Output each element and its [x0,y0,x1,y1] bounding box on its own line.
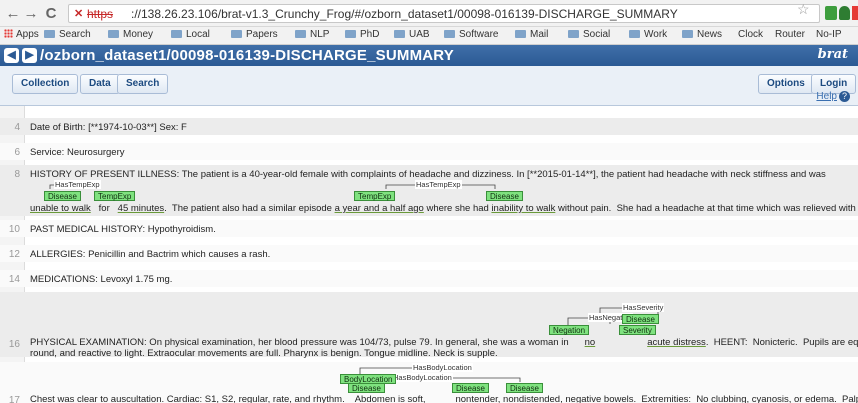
text-line: 8 HISTORY OF PRESENT ILLNESS: The patien… [0,165,858,216]
entity-disease[interactable]: Disease [506,383,543,393]
line-text[interactable]: PHYSICAL EXAMINATION: On physical examin… [30,337,858,348]
bookmark-item[interactable]: UAB [394,29,430,40]
url-text: ://138.26.23.106/brat-v1.3_Crunchy_Frog/… [131,7,678,21]
url-protocol: https [87,7,114,21]
entity-negation[interactable]: Negation [549,325,590,335]
bookmark-item[interactable]: Software [444,29,498,40]
entity-disease[interactable]: Disease [348,383,385,393]
line-text[interactable]: Date of Birth: [**1974-10-03**] Sex: F [30,122,187,133]
browser-address-bar: ← → C ✕ https ://138.26.23.106/brat-v1.3… [0,0,858,27]
bookmark-router[interactable]: Router [775,29,805,40]
folder-icon [629,30,640,38]
collection-button[interactable]: Collection [12,74,79,94]
arc-label-hasseverity[interactable]: HasSeverity [622,303,665,312]
entity-disease[interactable]: Disease [486,191,523,201]
entity-tempexp[interactable]: TempExp [94,191,136,201]
entity-severity[interactable]: Severity [619,325,656,335]
extension-icon[interactable] [852,6,858,20]
bookmark-item[interactable]: Local [171,29,210,40]
line-number: 14 [8,274,20,285]
help-link[interactable]: Help? [816,91,850,102]
bookmark-item[interactable]: PhD [345,29,379,40]
line-number: 10 [8,224,20,235]
help-icon: ? [839,91,850,102]
bookmarks-bar: Apps Search Money Local Papers NLP PhD U… [0,27,858,45]
bookmark-item[interactable]: Money [108,29,153,40]
brat-toolbar: Collection Data Search Options Login Hel… [0,66,858,106]
entity-disease[interactable]: Disease [622,314,659,324]
line-text[interactable]: MEDICATIONS: Levoxyl 1.75 mg. [30,274,172,285]
brat-logo: brat [817,47,848,62]
text-line: HasBodyLocation HasBodyLocation BodyLoca… [0,362,858,403]
bookmark-item[interactable]: Work [629,29,667,40]
folder-icon [231,30,242,38]
folder-icon [295,30,306,38]
options-button[interactable]: Options [758,74,814,94]
text-line: 12 ALLERGIES: Penicillin and Bactrim whi… [0,245,858,262]
arc-label-hasbodylocation[interactable]: HasBodyLocation [412,363,473,372]
folder-icon [171,30,182,38]
text-line: 10 PAST MEDICAL HISTORY: Hypothyroidism. [0,220,858,237]
back-arrow-icon[interactable]: ← [4,5,22,22]
document-title: /ozborn_dataset1/00098-016139-DISCHARGE_… [40,47,454,64]
line-text-continued[interactable]: round, and reactive to light. Extraocula… [30,348,498,359]
folder-icon [568,30,579,38]
line-number: 17 [8,395,20,403]
line-number: 16 [8,339,20,350]
forward-arrow-icon[interactable]: → [22,5,40,22]
folder-icon [682,30,693,38]
arc-label-hastempexp[interactable]: HasTempExp [54,180,101,189]
url-field[interactable]: ✕ https ://138.26.23.106/brat-v1.3_Crunc… [68,4,820,23]
line-number: 4 [14,122,20,133]
bookmark-clock[interactable]: Clock [738,29,763,40]
entity-disease[interactable]: Disease [452,383,489,393]
bookmark-item[interactable]: Search [44,29,91,40]
apps-grid-icon [4,29,13,38]
arc-label-hastempexp[interactable]: HasTempExp [415,180,462,189]
bookmark-item[interactable]: Papers [231,29,278,40]
line-text[interactable]: PAST MEDICAL HISTORY: Hypothyroidism. [30,224,216,235]
brat-title-bar: ◀ ▶ /ozborn_dataset1/00098-016139-DISCHA… [0,45,858,66]
text-line: 14 MEDICATIONS: Levoxyl 1.75 mg. [0,270,858,287]
line-text[interactable]: ALLERGIES: Penicillin and Bactrim which … [30,249,270,260]
search-button[interactable]: Search [117,74,169,94]
prev-document-icon[interactable]: ◀ [4,48,19,63]
folder-icon [108,30,119,38]
reload-icon[interactable]: C [42,5,60,22]
line-number: 6 [14,147,20,158]
entity-tempexp[interactable]: TempExp [354,191,396,201]
extension-icon[interactable] [825,6,837,20]
next-document-icon[interactable]: ▶ [22,48,37,63]
bookmark-no-ip[interactable]: No-IP [816,29,842,40]
bookmark-item[interactable]: Social [568,29,610,40]
bookmark-item[interactable]: News [682,29,722,40]
text-line: 4 Date of Birth: [**1974-10-03**] Sex: F [0,118,858,135]
insecure-lock-icon: ✕ [74,8,84,20]
arc-label-hasbodylocation[interactable]: HasBodyLocation [392,373,453,382]
folder-icon [444,30,455,38]
extension-icon[interactable] [839,6,850,20]
line-text[interactable]: Service: Neurosurgery [30,147,125,158]
line-text-continued[interactable]: unable to walk for 45 minutes. The patie… [30,203,858,214]
bookmark-item[interactable]: NLP [295,29,329,40]
text-line: HasSeverity HasNegation Disease Negation… [0,292,858,359]
folder-icon [345,30,356,38]
entity-disease[interactable]: Disease [44,191,81,201]
bookmark-item[interactable]: Mail [515,29,548,40]
line-text[interactable]: Chest was clear to auscultation. Cardiac… [30,394,858,403]
folder-icon [394,30,405,38]
folder-icon [515,30,526,38]
bookmark-apps[interactable]: Apps [4,29,39,40]
line-number: 12 [8,249,20,260]
folder-icon [44,30,55,38]
text-line: 6 Service: Neurosurgery [0,143,858,160]
bookmark-star-icon[interactable]: ☆ [797,1,810,18]
data-button[interactable]: Data [80,74,120,94]
annotation-document: 4 Date of Birth: [**1974-10-03**] Sex: F… [0,106,858,403]
